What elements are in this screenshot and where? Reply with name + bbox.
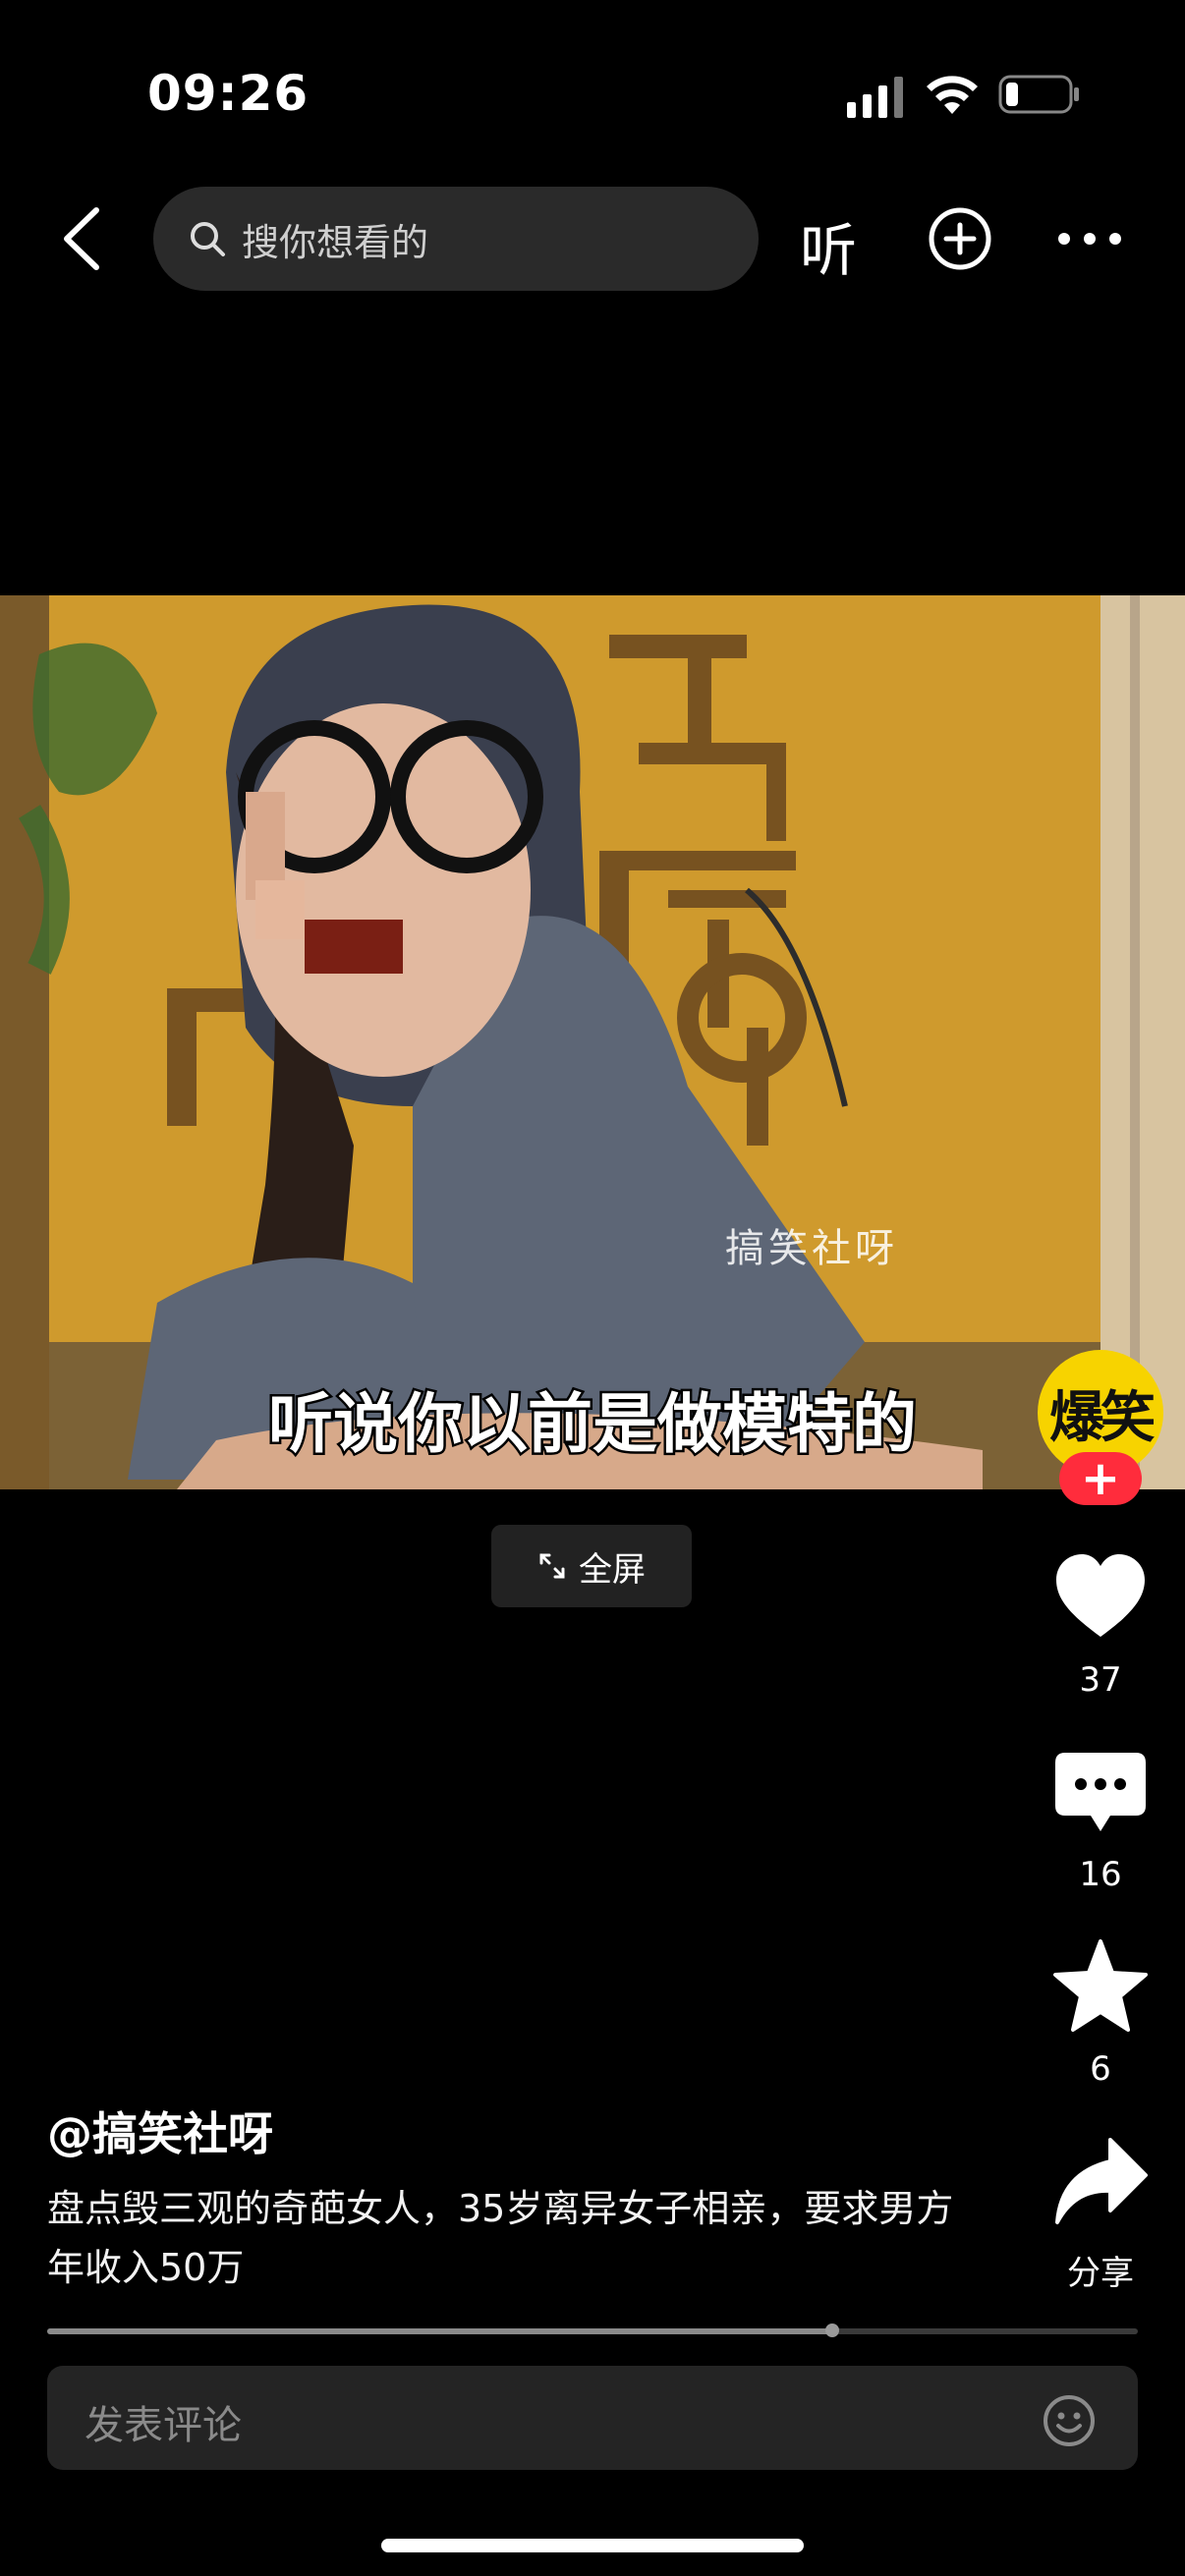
add-icon[interactable] [928, 206, 992, 271]
home-indicator[interactable] [381, 2539, 804, 2552]
expand-icon [539, 1553, 565, 1579]
fullscreen-label: 全屏 [579, 1549, 646, 1590]
wifi-icon [927, 76, 978, 114]
progress-knob[interactable] [825, 2324, 840, 2337]
video-subtitle: 听说你以前是做模特的 [266, 1384, 920, 1465]
comment-input[interactable]: 发表评论 [47, 2366, 1138, 2470]
favorite-icon[interactable] [1051, 1937, 1150, 2036]
comment-icon[interactable] [1051, 1745, 1150, 1843]
search-bar[interactable]: 搜你想看的 [153, 187, 759, 291]
share-icon[interactable] [1051, 2134, 1150, 2232]
author-avatar-text: 爆笑 [1049, 1386, 1156, 1450]
battery-icon [998, 75, 1079, 114]
listen-button[interactable]: 听 [800, 204, 857, 287]
more-icon[interactable] [1057, 232, 1122, 246]
video-watermark: 搞笑社呀 [725, 1226, 898, 1271]
follow-button[interactable]: + [1059, 1451, 1142, 1506]
comment-count: 16 [1079, 1855, 1122, 1894]
video-frame [0, 595, 1185, 1489]
author-handle[interactable]: @搞笑社呀 [47, 2099, 273, 2163]
fullscreen-button[interactable]: 全屏 [491, 1525, 692, 1607]
progress-bar[interactable] [47, 2324, 1138, 2337]
like-count: 37 [1079, 1660, 1122, 1700]
back-icon[interactable] [57, 206, 104, 271]
video-description: 盘点毁三观的奇葩女人，35岁离异女子相亲，要求男方年收入50万 [47, 2187, 954, 2289]
comment-placeholder: 发表评论 [85, 2403, 242, 2448]
progress-fill [47, 2328, 833, 2334]
emoji-icon[interactable] [1042, 2393, 1097, 2448]
share-label: 分享 [1067, 2254, 1134, 2293]
signal-icon [847, 77, 903, 118]
search-icon [191, 222, 225, 256]
video-player[interactable]: 搞笑社呀 听说你以前是做模特的 [0, 595, 1185, 1489]
search-placeholder: 搜你想看的 [242, 220, 429, 264]
status-time: 09:26 [147, 65, 310, 122]
favorite-count: 6 [1090, 2049, 1111, 2089]
like-icon[interactable] [1051, 1548, 1150, 1647]
